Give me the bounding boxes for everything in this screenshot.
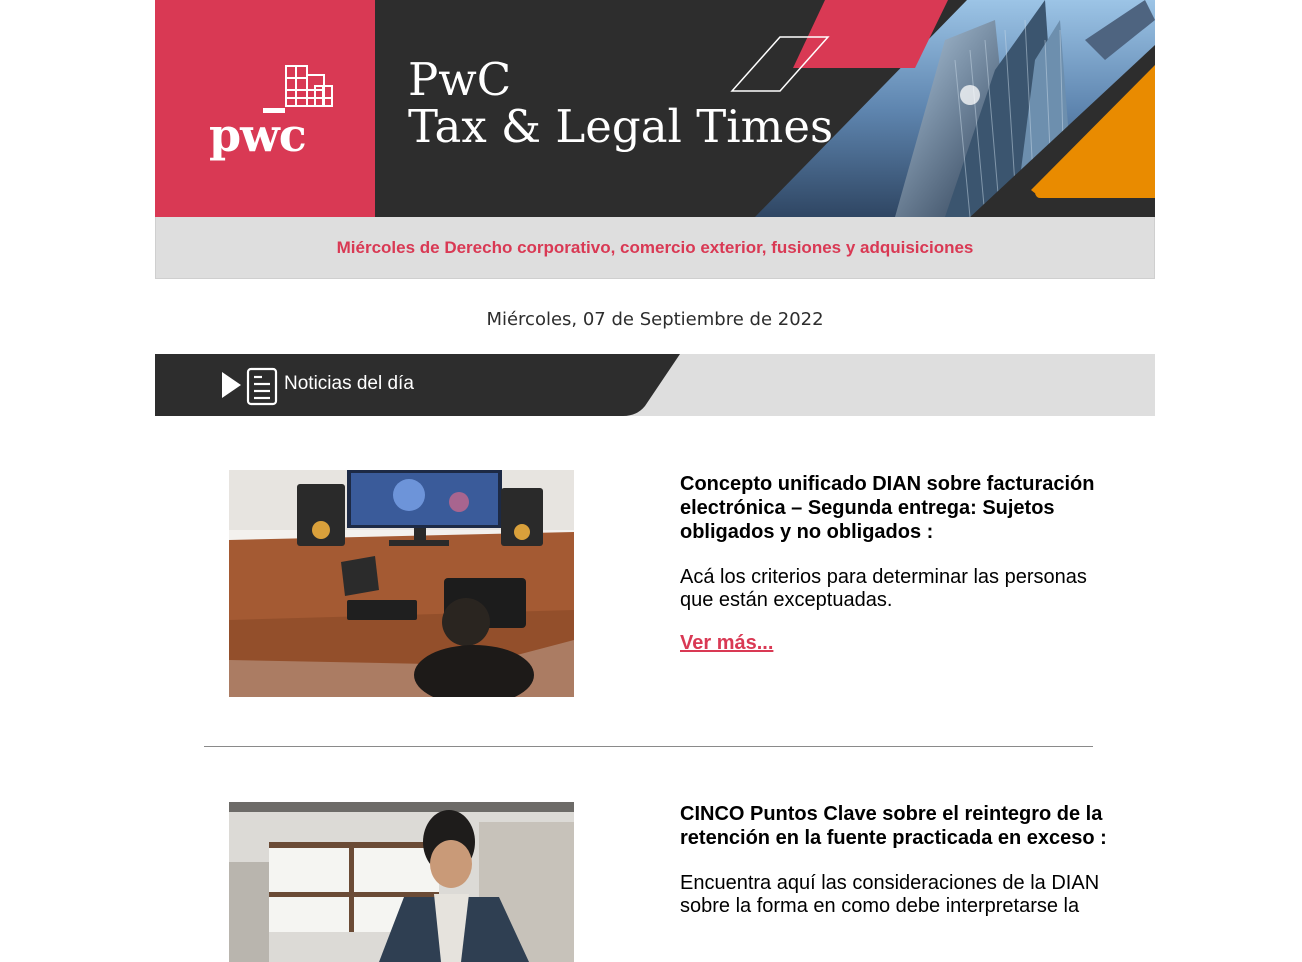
- read-more-link[interactable]: Ver más...: [680, 632, 773, 655]
- gaming-desk-image: [229, 470, 574, 697]
- subheader-bar: Miércoles de Derecho corporativo, comerc…: [155, 217, 1155, 279]
- header-banner: pwc PwC Tax & Legal Times: [155, 0, 1155, 217]
- newsletter: pwc PwC Tax & Legal Times Miércoles de D…: [155, 0, 1155, 962]
- issue-date: Miércoles, 07 de Septiembre de 2022: [486, 309, 824, 330]
- article-image[interactable]: [229, 802, 574, 962]
- skyscraper-graphic: [730, 0, 1155, 217]
- section-header: Noticias del día: [155, 354, 1155, 416]
- article-item: CINCO Puntos Clave sobre el reintegro de…: [155, 747, 1155, 962]
- article-text: CINCO Puntos Clave sobre el reintegro de…: [680, 802, 1120, 918]
- article-item: Concepto unificado DIAN sobre facturació…: [155, 416, 1155, 746]
- subheader-text: Miércoles de Derecho corporativo, comerc…: [336, 237, 974, 257]
- article-summary: Encuentra aquí las consideraciones de la…: [680, 872, 1100, 917]
- article-image[interactable]: [229, 470, 574, 697]
- article-summary: Acá los criterios para determinar las pe…: [680, 566, 1087, 611]
- article-headline: Concepto unificado DIAN sobre facturació…: [680, 473, 1095, 543]
- article-headline: CINCO Puntos Clave sobre el reintegro de…: [680, 803, 1107, 849]
- office-person-image: [229, 802, 574, 962]
- section-label: Noticias del día: [284, 373, 414, 394]
- article-text: Concepto unificado DIAN sobre facturació…: [680, 472, 1120, 655]
